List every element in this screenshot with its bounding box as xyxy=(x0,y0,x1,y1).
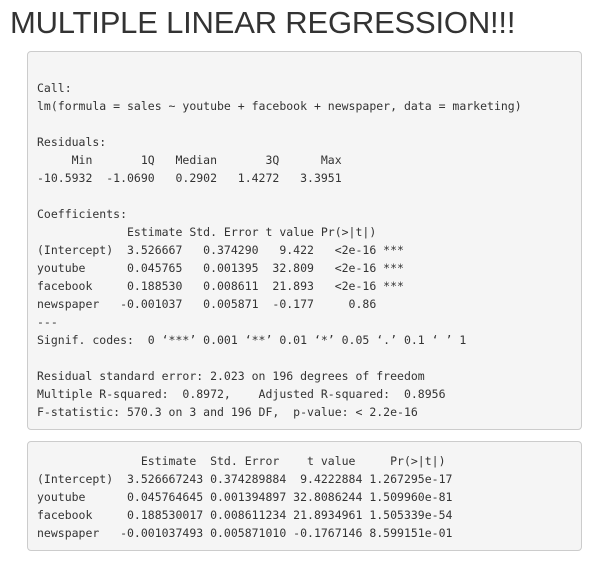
output-line-blank xyxy=(37,349,572,367)
output-line-coefficients-header: Estimate Std. Error t value Pr(>|t|) xyxy=(37,225,404,239)
output-line-residual-std-error: Residual standard error: 2.023 on 196 de… xyxy=(37,369,425,383)
regression-summary-output: Call: lm(formula = sales ~ youtube + face… xyxy=(27,51,582,430)
output-line-signif-codes: Signif. codes: 0 ‘***’ 0.001 ‘**’ 0.01 ‘… xyxy=(37,333,467,347)
output-line-call-label: Call: xyxy=(37,81,72,95)
output-line-r-squared: Multiple R-squared: 0.8972, Adjusted R-s… xyxy=(37,387,453,401)
output-line-separator: --- xyxy=(37,315,58,329)
coef-table-row-newspaper: newspaper -0.001037493 0.005871010 -0.17… xyxy=(37,526,453,540)
output-line-coefficients-label: Coefficients: xyxy=(37,207,128,221)
coef-table-row-facebook: facebook 0.188530017 0.008611234 21.8934… xyxy=(37,508,453,522)
page-title: MULTIPLE LINEAR REGRESSION!!! xyxy=(10,5,516,40)
coef-table-row-youtube: youtube 0.045764645 0.001394897 32.80862… xyxy=(37,490,453,504)
output-line-blank xyxy=(37,187,572,205)
output-line-residuals-header: Min 1Q Median 3Q Max xyxy=(37,153,349,167)
coefficient-table-output: Estimate Std. Error t value Pr(>|t|) (Int… xyxy=(27,441,582,551)
output-line-coef-youtube: youtube 0.045765 0.001395 32.809 <2e-16 … xyxy=(37,261,404,275)
coef-table-header: Estimate Std. Error t value Pr(>|t|) xyxy=(37,454,446,468)
output-line-coef-intercept: (Intercept) 3.526667 0.374290 9.422 <2e-… xyxy=(37,243,404,257)
coef-table-row-intercept: (Intercept) 3.526667243 0.374289884 9.42… xyxy=(37,472,453,486)
output-line-call-formula: lm(formula = sales ~ youtube + facebook … xyxy=(37,99,522,113)
output-line-residuals-label: Residuals: xyxy=(37,135,107,149)
output-line-blank xyxy=(37,115,572,133)
output-line-f-statistic: F-statistic: 570.3 on 3 and 196 DF, p-va… xyxy=(37,405,418,419)
output-line-coef-newspaper: newspaper -0.001037 0.005871 -0.177 0.86 xyxy=(37,297,404,311)
output-line-residuals-values: -10.5932 -1.0690 0.2902 1.4272 3.3951 xyxy=(37,171,349,185)
output-line-coef-facebook: facebook 0.188530 0.008611 21.893 <2e-16… xyxy=(37,279,404,293)
